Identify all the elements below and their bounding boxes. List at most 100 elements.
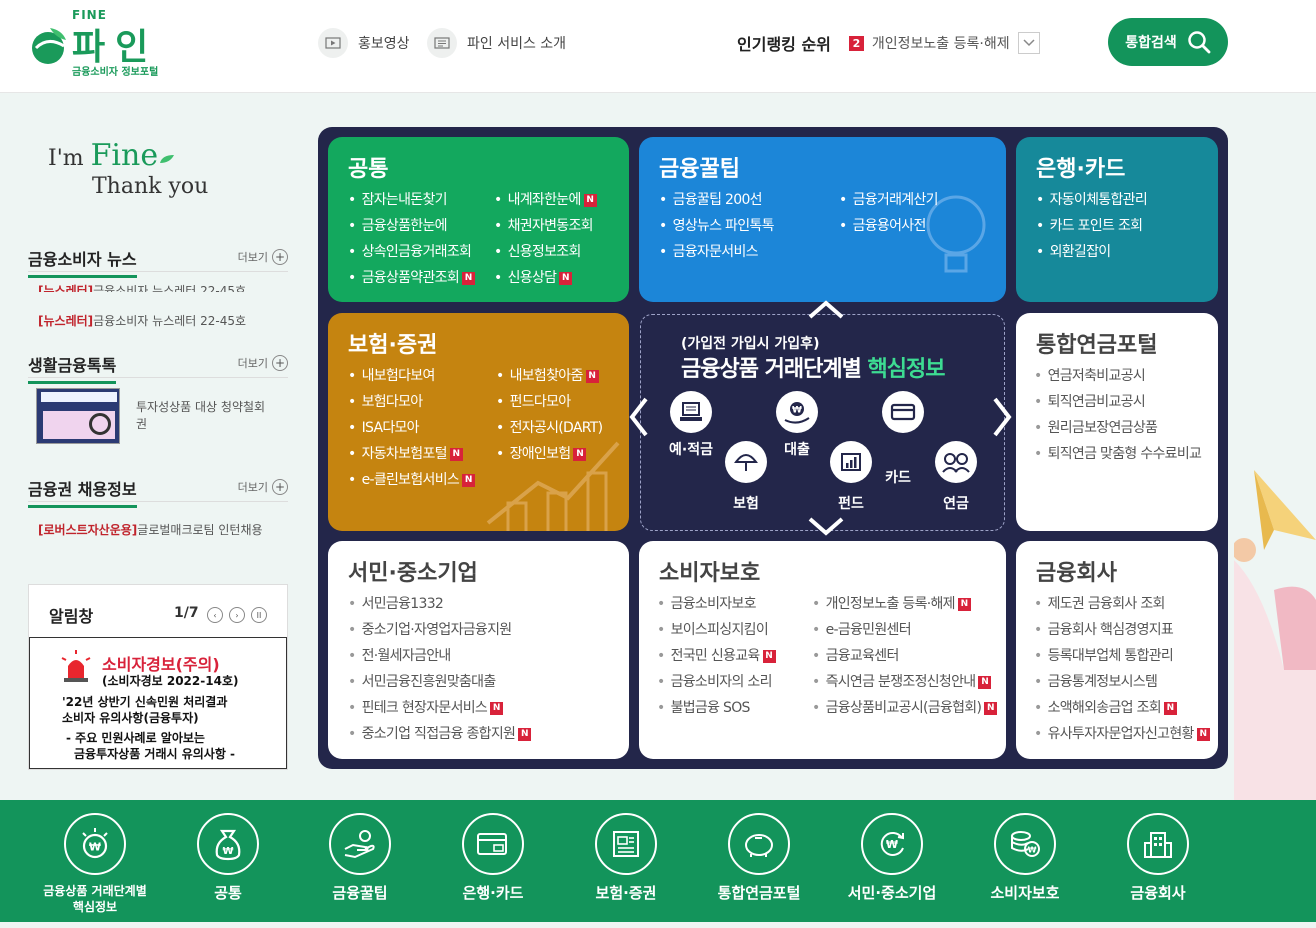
menu-link[interactable]: 카드 포인트 조회 — [1036, 213, 1147, 239]
bottom-item-bank[interactable]: 은행·카드 — [438, 813, 548, 902]
menu-link[interactable]: 핀테크 현장자문서비스N — [348, 695, 531, 721]
bottom-item-common[interactable]: ₩ 공통 — [173, 813, 283, 902]
life-more-button[interactable]: 더보기 + — [238, 355, 288, 371]
menu-link[interactable]: 금융거래계산기 — [839, 187, 939, 213]
menu-link[interactable]: 서민금융진흥원맞춤대출 — [348, 669, 531, 695]
tile-pension[interactable]: 통합연금포털 연금저축비교공시퇴직연금비교공시원리금보장연금상품퇴직연금 맞춤형… — [1016, 313, 1218, 531]
menu-link[interactable]: 자동이체통합관리 — [1036, 187, 1148, 213]
next-button[interactable]: › — [229, 607, 245, 623]
menu-link[interactable]: ISA다모아 — [348, 415, 475, 441]
bottom-item-insurance[interactable]: 보험·증권 — [571, 813, 681, 902]
menu-link[interactable]: 연금저축비교공시 — [1034, 363, 1201, 389]
news-more-button[interactable]: 더보기 + — [238, 249, 288, 265]
news-item[interactable]: [뉴스레터]금융소비자 뉴스레터 22-45호 — [38, 312, 278, 329]
cat-loan[interactable]: ₩ 대출 — [767, 391, 827, 459]
cat-insurance[interactable]: 보험 — [716, 441, 776, 513]
news-title: 금융소비자 뉴스 — [28, 246, 137, 278]
tile-bank[interactable]: 은행·카드 자동이체통합관리카드 포인트 조회외환길잡이 — [1016, 137, 1218, 302]
tile-tips[interactable]: 금융꿀팁 금융꿀팁 200선영상뉴스 파인톡톡금융자문서비스 금융거래계산기금융… — [639, 137, 1006, 302]
service-intro-link[interactable]: 파인 서비스 소개 — [427, 28, 566, 58]
bottom-item-core-info[interactable]: ₩ 금융상품 거래단계별 핵심정보 — [40, 813, 150, 915]
news-item[interactable]: [뉴스레터]금융소비자 뉴스레터 22-45호 — [38, 282, 278, 292]
tile-common[interactable]: 공통 잠자는내돈찾기금융상품한눈에상속인금융거래조회금융상품약관조회N 내계좌한… — [328, 137, 629, 302]
menu-link[interactable]: e-클린보험서비스N — [348, 467, 476, 493]
menu-link[interactable]: 금융상품약관조회N — [348, 265, 476, 291]
menu-link[interactable]: 중소기업·자영업자금융지원 — [348, 617, 531, 643]
bottom-item-company[interactable]: 금융회사 — [1103, 813, 1213, 902]
menu-link[interactable]: 금융통계정보시스템 — [1034, 669, 1210, 695]
menu-link[interactable]: 내보험다보여 — [348, 363, 475, 389]
siren-icon — [61, 650, 91, 682]
prev-button[interactable]: ‹ — [207, 607, 223, 623]
pause-button[interactable]: II — [251, 607, 267, 623]
menu-link[interactable]: 불법금융 SOS — [657, 695, 776, 721]
menu-link[interactable]: 유사투자자문업자신고현황N — [1034, 721, 1210, 747]
menu-link[interactable]: 금융소비자보호 — [657, 591, 776, 617]
bottom-item-pension[interactable]: 통합연금포털 — [704, 813, 814, 902]
ranking-item[interactable]: 개인정보노출 등록·해제 — [872, 33, 1010, 53]
bottom-item-sme[interactable]: ₩ 서민·중소기업 — [837, 813, 947, 902]
menu-link[interactable]: 전자공시(DART) — [496, 415, 604, 441]
menu-link[interactable]: 채권자변동조회 — [494, 213, 597, 239]
cat-fund[interactable]: 펀드 — [821, 441, 881, 513]
cat-deposit[interactable]: 예·적금 — [661, 391, 721, 459]
tile-insurance-title: 보험·증권 — [348, 333, 438, 358]
alert-content[interactable]: 소비자경보(주의) (소비자경보 2022-14호) '22년 상반기 신속민원… — [29, 637, 287, 769]
menu-link[interactable]: 서민금융1332 — [348, 591, 531, 617]
menu-link[interactable]: 제도권 금융회사 조회 — [1034, 591, 1210, 617]
menu-link[interactable]: 개인정보노출 등록·해제N — [812, 591, 997, 617]
life-thumbnail[interactable] — [36, 388, 120, 444]
menu-link[interactable]: 금융상품한눈에 — [348, 213, 475, 239]
menu-link[interactable]: 장애인보험N — [496, 441, 602, 467]
tile-company[interactable]: 금융회사 제도권 금융회사 조회금융회사 핵심경영지표등록대부업체 통합관리금융… — [1016, 541, 1218, 759]
menu-link[interactable]: 퇴직연금비교공시 — [1034, 389, 1201, 415]
menu-link[interactable]: 전·월세자금안내 — [348, 643, 531, 669]
menu-link[interactable]: 자동차보험포털N — [348, 441, 475, 467]
cat-card[interactable]: 카드 — [873, 391, 933, 487]
menu-link[interactable]: 보험다모아 — [348, 389, 475, 415]
menu-link[interactable]: e-금융민원센터 — [812, 617, 997, 643]
menu-link[interactable]: 즉시연금 분쟁조정신청안내N — [812, 669, 997, 695]
integrated-search-button[interactable]: 통합검색 — [1108, 18, 1228, 66]
menu-link[interactable]: 금융용어사전 — [839, 213, 938, 239]
logo[interactable]: FINE 파인 금융소비자 정보포털 — [28, 8, 168, 80]
menu-link[interactable]: 원리금보장연금상품 — [1034, 415, 1201, 441]
menu-link[interactable]: 외환길잡이 — [1036, 239, 1147, 265]
menu-link[interactable]: 금융상품비교공시(금융협회)N — [812, 695, 998, 721]
left-arrow-icon[interactable] — [628, 397, 650, 441]
down-arrow-icon[interactable] — [808, 515, 844, 541]
menu-link[interactable]: 펀드다모아 — [496, 389, 602, 415]
menu-link[interactable]: 신용상담N — [494, 265, 597, 291]
up-arrow-icon[interactable] — [808, 299, 844, 325]
menu-link[interactable]: 등록대부업체 통합관리 — [1034, 643, 1210, 669]
menu-link[interactable]: 금융소비자의 소리 — [657, 669, 776, 695]
promo-video-link[interactable]: 홍보영상 — [318, 28, 410, 58]
menu-link[interactable]: 상속인금융거래조회 — [348, 239, 475, 265]
menu-link[interactable]: 소액해외송금업 조회N — [1034, 695, 1210, 721]
tile-insurance[interactable]: 보험·증권 내보험다보여보험다모아ISA다모아자동차보험포털Ne-클린보험서비스… — [328, 313, 629, 531]
right-arrow-icon[interactable] — [991, 397, 1013, 441]
menu-link[interactable]: 중소기업 직접금융 종합지원N — [348, 721, 532, 747]
menu-link[interactable]: 보이스피싱지킴이 — [657, 617, 776, 643]
ranking-dropdown-button[interactable] — [1017, 32, 1040, 54]
tile-consumer[interactable]: 소비자보호 금융소비자보호보이스피싱지킴이전국민 신용교육N금융소비자의 소리불… — [639, 541, 1006, 759]
menu-link[interactable]: 퇴직연금 맞춤형 수수료비교 — [1034, 441, 1202, 467]
menu-link[interactable]: 금융꿀팁 200선 — [659, 187, 774, 213]
menu-link[interactable]: 금융교육센터 — [812, 643, 997, 669]
cat-pension[interactable]: 연금 — [926, 441, 986, 513]
menu-link[interactable]: 내계좌한눈에N — [494, 187, 597, 213]
menu-link[interactable]: 금융자문서비스 — [659, 239, 774, 265]
tile-sme[interactable]: 서민·중소기업 서민금융1332중소기업·자영업자금융지원전·월세자금안내서민금… — [328, 541, 629, 759]
menu-link[interactable]: 영상뉴스 파인톡톡 — [659, 213, 775, 239]
menu-link[interactable]: 내보험찾아줌N — [496, 363, 602, 389]
jobs-item[interactable]: [로버스트자산운용]글로벌매크로팀 인턴채용 — [38, 521, 278, 538]
jobs-more-button[interactable]: 더보기 + — [238, 479, 288, 495]
life-article-title[interactable]: 투자성상품 대상 청약철회권 — [136, 399, 276, 433]
menu-link[interactable]: 금융회사 핵심경영지표 — [1034, 617, 1210, 643]
menu-link[interactable]: 신용정보조회 — [494, 239, 597, 265]
menu-link[interactable]: 전국민 신용교육N — [657, 643, 776, 669]
menu-link[interactable]: 잠자는내돈찾기 — [348, 187, 475, 213]
child-paper-plane-illustration — [1234, 470, 1316, 800]
bottom-item-consumer[interactable]: ₩ 소비자보호 — [970, 813, 1080, 902]
bottom-item-tips[interactable]: 금융꿀팁 — [305, 813, 415, 902]
